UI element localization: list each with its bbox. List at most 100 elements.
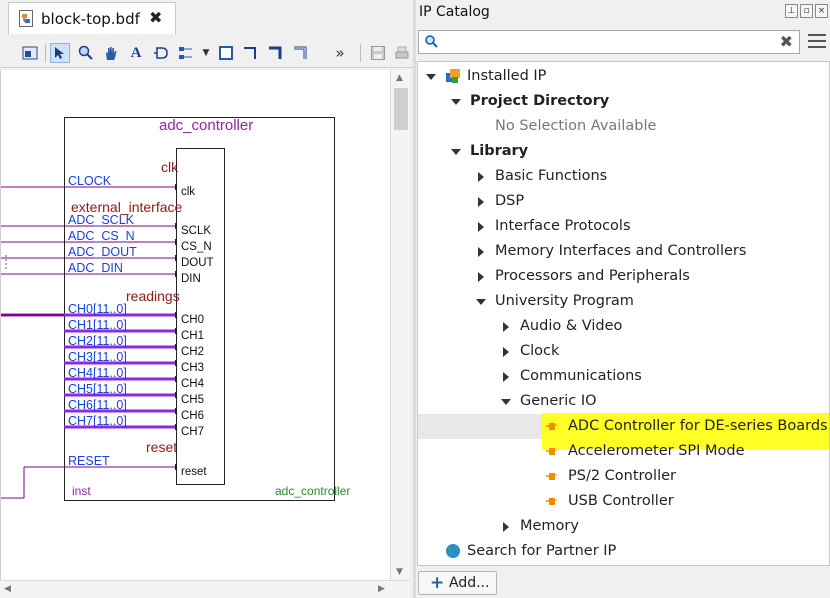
pin-panel-icon[interactable]: ⊥: [785, 4, 798, 18]
catalog-search-input[interactable]: [443, 33, 773, 51]
tree-item[interactable]: Interface Protocols: [418, 214, 829, 239]
expand-arrow-icon[interactable]: [503, 347, 509, 357]
tree-item[interactable]: Audio & Video: [418, 314, 829, 339]
expand-arrow-icon[interactable]: [478, 172, 484, 182]
tree-item[interactable]: Memory: [418, 514, 829, 539]
add-button-label: Add...: [449, 575, 490, 591]
editor-toolbar: A ▼ »: [0, 38, 413, 68]
port-label: CH2: [181, 346, 204, 358]
tree-item[interactable]: Installed IP: [418, 64, 829, 89]
schematic-file-icon: [19, 10, 33, 27]
tree-item[interactable]: Accelerometer SPI Mode: [418, 439, 829, 464]
zoom-tool-icon[interactable]: [76, 43, 96, 63]
input-label: ADC_CS_N: [68, 229, 135, 243]
scroll-down-icon[interactable]: ▼: [396, 567, 403, 577]
tree-item[interactable]: USB Controller: [418, 489, 829, 514]
input-label: RESET: [68, 454, 110, 468]
tree-item[interactable]: PS/2 Controller: [418, 464, 829, 489]
tree-item[interactable]: Project Directory: [418, 89, 829, 114]
save-icon[interactable]: [368, 43, 388, 63]
orthogonal-conduit-tool-icon[interactable]: [291, 43, 311, 63]
collapse-arrow-icon[interactable]: [501, 399, 511, 405]
expand-arrow-icon[interactable]: [503, 372, 509, 382]
catalog-search: ✖: [418, 30, 800, 54]
horizontal-scrollbar[interactable]: ◀ ▶: [0, 580, 410, 598]
expand-arrow-icon[interactable]: [503, 322, 509, 332]
port-label: CH0: [181, 314, 204, 326]
add-ip-button[interactable]: + Add...: [418, 571, 497, 595]
close-panel-icon[interactable]: ×: [815, 4, 828, 18]
tree-item-label: Basic Functions: [495, 168, 608, 184]
float-panel-icon[interactable]: ▫: [800, 4, 813, 18]
group-label-reset: reset: [146, 439, 177, 455]
tree-item[interactable]: Communications: [418, 364, 829, 389]
vertical-scroll-thumb[interactable]: [394, 88, 408, 130]
hand-tool-icon[interactable]: [101, 43, 121, 63]
scroll-right-icon[interactable]: ▶: [378, 584, 385, 594]
scroll-up-icon[interactable]: ▲: [396, 73, 403, 83]
close-tab-icon[interactable]: ✖: [149, 8, 162, 27]
print-icon[interactable]: [392, 43, 412, 63]
tree-item-label: Memory: [520, 518, 579, 534]
tree-item[interactable]: Processors and Peripherals: [418, 264, 829, 289]
port-label: reset: [181, 466, 207, 478]
input-label: CH0[11..0]: [68, 302, 127, 316]
expand-arrow-icon[interactable]: [503, 522, 509, 532]
tree-item[interactable]: University Program: [418, 289, 829, 314]
input-label: CH2[11..0]: [68, 334, 127, 348]
window-detach-icon[interactable]: [20, 43, 40, 63]
rectangle-tool-icon[interactable]: [216, 43, 236, 63]
tree-item[interactable]: Library: [418, 139, 829, 164]
collapse-arrow-icon[interactable]: [451, 99, 461, 105]
tree-item[interactable]: ADC Controller for DE-series Boards: [418, 413, 829, 449]
selection-tool-icon[interactable]: [50, 43, 70, 63]
port-label: SCLK: [181, 225, 211, 237]
toolbar-overflow-icon[interactable]: »: [330, 43, 350, 63]
collapse-arrow-icon[interactable]: [476, 299, 486, 305]
tree-item[interactable]: Clock: [418, 339, 829, 364]
ip-catalog-pane: IP Catalog ⊥ ▫ × ✖ Installed IP Project D…: [416, 0, 830, 598]
port-label: clk: [181, 186, 195, 198]
expand-arrow-icon[interactable]: [478, 272, 484, 282]
pin-dropdown-icon[interactable]: ▼: [196, 43, 216, 63]
tree-item-label: Accelerometer SPI Mode: [568, 443, 745, 459]
catalog-menu-icon[interactable]: [808, 34, 826, 50]
tree-item-label: Project Directory: [470, 93, 610, 109]
orthogonal-bus-tool-icon[interactable]: [266, 43, 286, 63]
globe-icon: [446, 544, 460, 558]
tree-item[interactable]: No Selection Available: [418, 114, 829, 139]
orthogonal-node-tool-icon[interactable]: [241, 43, 261, 63]
tree-item-label: Installed IP: [467, 68, 547, 84]
pin-tool-icon[interactable]: [176, 43, 196, 63]
tab-block-top[interactable]: block-top.bdf ✖: [8, 2, 176, 34]
tree-item-label: No Selection Available: [495, 118, 657, 134]
ip-core-icon: [546, 423, 557, 430]
port-label: CH3: [181, 362, 204, 374]
expand-arrow-icon[interactable]: [478, 197, 484, 207]
input-label: ADC_DIN: [68, 261, 123, 275]
tree-item-label: Memory Interfaces and Controllers: [495, 243, 747, 259]
catalog-header: IP Catalog ⊥ ▫ ×: [416, 0, 830, 26]
expand-arrow-icon[interactable]: [478, 247, 484, 257]
tree-item[interactable]: Memory Interfaces and Controllers: [418, 239, 829, 264]
tree-item[interactable]: Search for Partner IP: [418, 539, 829, 564]
symbol-tool-icon[interactable]: [151, 43, 171, 63]
input-label: ADC_DOUT: [68, 245, 137, 259]
vertical-scrollbar[interactable]: ▲ ▼: [390, 70, 410, 580]
tree-item[interactable]: Basic Functions: [418, 164, 829, 189]
scroll-left-icon[interactable]: ◀: [4, 584, 11, 594]
group-label-clk: clk: [161, 159, 179, 175]
port-label: CH1: [181, 330, 204, 342]
tree-item[interactable]: DSP: [418, 189, 829, 214]
text-tool-icon[interactable]: A: [126, 43, 146, 63]
plus-icon: +: [430, 573, 445, 593]
ip-core-icon: [546, 498, 557, 505]
collapse-arrow-icon[interactable]: [426, 74, 436, 80]
expand-arrow-icon[interactable]: [478, 222, 484, 232]
tree-item[interactable]: Generic IO: [418, 389, 829, 414]
clear-search-icon[interactable]: ✖: [780, 32, 793, 51]
block-title: adc_controller: [159, 117, 253, 134]
collapse-arrow-icon[interactable]: [451, 149, 461, 155]
schematic-canvas[interactable]: adc_controller inst adc_controller clk e…: [0, 70, 390, 580]
input-label: CLOCK: [68, 174, 112, 188]
